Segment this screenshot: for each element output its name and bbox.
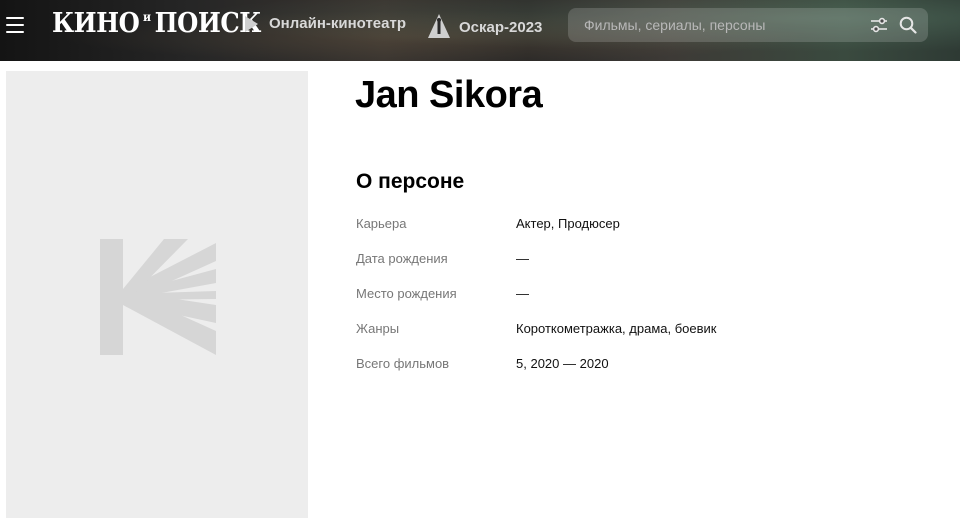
nav-online-label: Онлайн-кинотеатр (269, 15, 406, 32)
search-bar[interactable] (568, 8, 928, 42)
birth-date-label: Дата рождения (356, 251, 448, 266)
info-row-birth-place: Место рождения — (356, 286, 916, 306)
separator: , (550, 216, 559, 231)
person-poster-placeholder (6, 71, 308, 518)
last-year: 2020 (579, 356, 609, 371)
search-input[interactable] (568, 16, 866, 34)
career-link-producer[interactable]: Продюсер (558, 216, 620, 231)
info-row-total-films: Всего фильмов 5, 2020 — 2020 (356, 356, 916, 376)
kinopoisk-placeholder-icon (100, 239, 216, 355)
logo-text-1: КИНО (52, 7, 140, 39)
career-value: Актер, Продюсер (516, 216, 620, 231)
genre-link-drama[interactable]: драма (629, 321, 667, 336)
genres-value: Короткометражка, драма, боевик (516, 321, 717, 336)
separator: , (667, 321, 675, 336)
logo-text-small: и (142, 10, 152, 24)
nav-oscar-label: Оскар-2023 (459, 18, 543, 36)
play-icon (245, 15, 258, 32)
genres-label: Жанры (356, 321, 400, 336)
career-label: Карьера (356, 216, 407, 231)
site-header: КИНО и ПОИСК Онлайн-кинотеатр Оскар-2023 (0, 0, 960, 61)
search-icon[interactable] (899, 16, 917, 34)
birth-place-label: Место рождения (356, 286, 457, 301)
first-year: 2020 (530, 356, 560, 371)
info-row-genres: Жанры Короткометражка, драма, боевик (356, 321, 916, 341)
site-logo[interactable]: КИНО и ПОИСК (52, 7, 261, 39)
total-films-value: 5, 2020 — 2020 (516, 356, 609, 371)
oscar-icon (428, 14, 450, 38)
nav-online-cinema[interactable]: Онлайн-кинотеатр (245, 15, 406, 32)
info-row-career: Карьера Актер, Продюсер (356, 216, 916, 236)
career-link-actor[interactable]: Актер (516, 216, 551, 231)
info-row-birth-date: Дата рождения — (356, 251, 916, 271)
nav-oscar[interactable]: Оскар-2023 (428, 14, 543, 39)
separator: — (559, 356, 580, 371)
menu-icon[interactable] (6, 17, 24, 33)
genre-link-short[interactable]: Короткометражка (516, 321, 622, 336)
total-films-label: Всего фильмов (356, 356, 450, 371)
person-name: Jan Sikora (355, 74, 543, 116)
birth-date-value: — (516, 251, 529, 266)
birth-place-value: — (516, 286, 529, 301)
filter-icon[interactable] (870, 17, 888, 33)
genre-link-action[interactable]: боевик (675, 321, 717, 336)
about-section-title: О персоне (356, 170, 465, 193)
